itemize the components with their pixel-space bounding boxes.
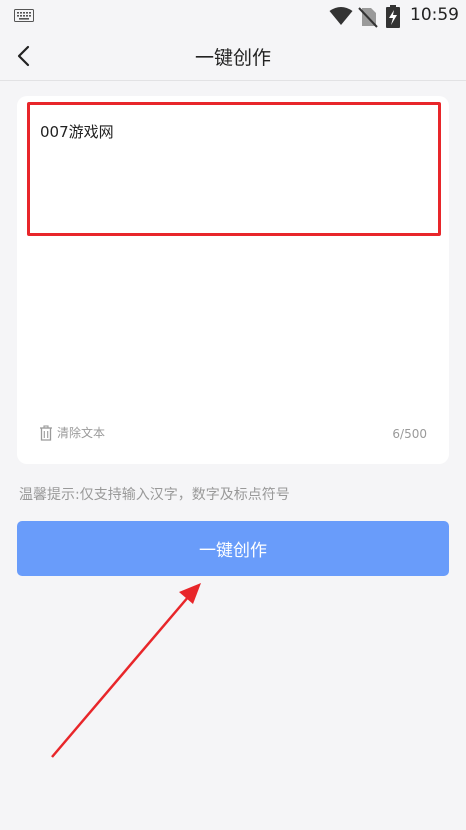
trash-icon bbox=[40, 424, 52, 441]
create-button[interactable]: 一键创作 bbox=[17, 521, 449, 576]
character-counter: 6/500 bbox=[392, 427, 427, 441]
status-time: 10:59 bbox=[410, 5, 459, 25]
no-sim-icon bbox=[358, 7, 378, 28]
tip-text: 温馨提示:仅支持输入汉字，数字及标点符号 bbox=[19, 487, 290, 503]
app-bar: 一键创作 bbox=[0, 32, 466, 81]
editor-card: 007游戏网 清除文本 6/500 bbox=[17, 96, 449, 464]
page-title: 一键创作 bbox=[194, 47, 271, 69]
text-input[interactable]: 007游戏网 bbox=[27, 102, 441, 236]
keyboard-icon bbox=[14, 9, 34, 22]
battery-charging-icon bbox=[386, 5, 400, 28]
clear-text-label: 清除文本 bbox=[57, 426, 106, 440]
clear-text-button[interactable]: 清除文本 bbox=[39, 424, 105, 441]
wifi-icon bbox=[329, 7, 353, 25]
status-bar: 10:59 bbox=[0, 0, 466, 32]
input-text: 007游戏网 bbox=[40, 123, 114, 141]
